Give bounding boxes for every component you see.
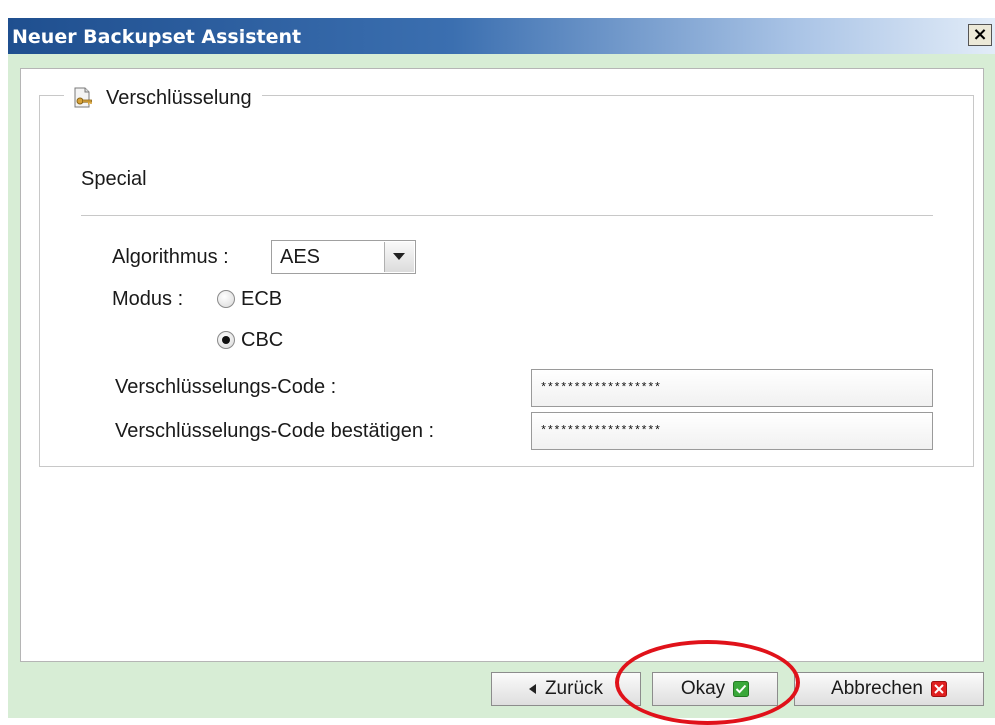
section-subtitle: Special xyxy=(81,168,147,190)
algorithm-selected-value: AES xyxy=(280,246,321,268)
encryption-legend: Verschlüsselung xyxy=(64,84,262,112)
divider xyxy=(81,215,933,216)
mode-ecb-radio[interactable] xyxy=(217,290,235,308)
title-bar: Neuer Backupset Assistent × xyxy=(8,18,995,54)
window-title: Neuer Backupset Assistent xyxy=(12,26,302,48)
dropdown-button[interactable] xyxy=(384,242,414,272)
confirm-code-input[interactable] xyxy=(532,413,932,449)
algorithm-select[interactable]: AES xyxy=(271,240,416,274)
confirm-code-field[interactable] xyxy=(531,412,933,450)
code-input[interactable] xyxy=(532,370,932,406)
close-button[interactable]: × xyxy=(968,24,992,46)
mode-ecb-label: ECB xyxy=(241,288,283,310)
ok-button[interactable]: Okay xyxy=(652,672,778,706)
mode-label: Modus : xyxy=(112,288,184,310)
ok-button-label: Okay xyxy=(680,678,726,699)
code-label: Verschlüsselungs-Code : xyxy=(115,376,337,398)
mode-cbc-label: CBC xyxy=(241,329,284,351)
cancel-button[interactable]: Abbrechen xyxy=(794,672,984,706)
key-document-icon xyxy=(72,87,94,109)
back-button-label: Zurück xyxy=(544,678,604,699)
algorithm-label: Algorithmus : xyxy=(112,246,229,268)
back-button[interactable]: Zurück xyxy=(491,672,641,706)
chevron-down-icon xyxy=(393,253,405,260)
encryption-legend-label: Verschlüsselung xyxy=(106,86,252,109)
confirm-code-label: Verschlüsselungs-Code bestätigen : xyxy=(115,420,435,442)
cancel-button-label: Abbrechen xyxy=(831,678,923,699)
check-icon xyxy=(733,681,750,697)
arrow-left-icon xyxy=(528,684,536,694)
code-field[interactable] xyxy=(531,369,933,407)
close-x-icon xyxy=(930,681,947,697)
mode-cbc-radio[interactable] xyxy=(217,331,235,349)
